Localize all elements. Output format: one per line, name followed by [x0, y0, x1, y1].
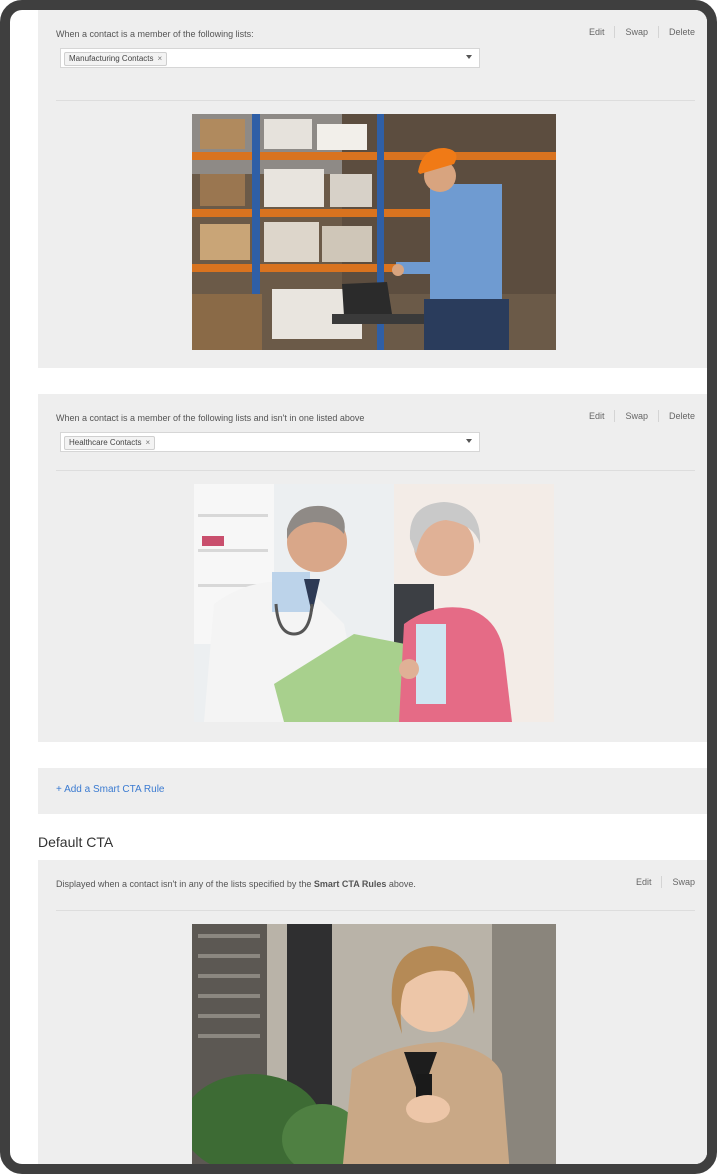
list-tag-label: Healthcare Contacts	[69, 438, 142, 447]
healthcare-image	[194, 484, 554, 722]
rule-description: When a contact is a member of the follow…	[56, 29, 254, 39]
rule-actions: Edit Swap Delete	[579, 408, 695, 424]
cta-image-warehouse[interactable]	[192, 114, 556, 350]
remove-tag-icon[interactable]: ×	[145, 437, 150, 449]
remove-tag-icon[interactable]: ×	[158, 53, 163, 65]
smart-cta-rule-2: When a contact is a member of the follow…	[38, 394, 707, 742]
smart-cta-rules-emphasis: Smart CTA Rules	[313, 879, 387, 889]
edit-button[interactable]: Edit	[626, 876, 662, 888]
list-select[interactable]: Healthcare Contacts ×	[60, 432, 480, 452]
edit-button[interactable]: Edit	[579, 26, 615, 38]
cta-image-businesswoman[interactable]	[192, 924, 556, 1164]
rule-header: When a contact is a member of the follow…	[56, 24, 695, 40]
list-tag: Healthcare Contacts ×	[64, 436, 156, 450]
warehouse-image	[192, 114, 556, 350]
list-tag: Manufacturing Contacts ×	[64, 52, 168, 66]
swap-button[interactable]: Swap	[614, 410, 658, 422]
smart-cta-rule-1: When a contact is a member of the follow…	[38, 10, 707, 368]
add-smart-cta-rule-link[interactable]: + Add a Smart CTA Rule	[56, 784, 164, 795]
swap-button[interactable]: Swap	[661, 876, 695, 888]
chevron-down-icon[interactable]	[466, 439, 472, 443]
divider	[56, 910, 695, 911]
add-rule-card: + Add a Smart CTA Rule	[38, 768, 707, 814]
default-cta-heading: Default CTA	[38, 834, 114, 850]
list-tag-label: Manufacturing Contacts	[69, 54, 154, 63]
chevron-down-icon[interactable]	[466, 55, 472, 59]
default-cta-description-text: Displayed when a contact isn't in any of…	[56, 879, 314, 889]
rule-actions: Edit Swap Delete	[579, 24, 695, 40]
default-cta-card: Displayed when a contact isn't in any of…	[38, 860, 707, 1164]
list-select[interactable]: Manufacturing Contacts ×	[60, 48, 480, 68]
smart-cta-panel: When a contact is a member of the follow…	[28, 10, 707, 1164]
default-cta-actions: Edit Swap	[626, 874, 695, 890]
delete-button[interactable]: Delete	[657, 410, 695, 422]
cta-image-healthcare[interactable]	[194, 484, 554, 722]
swap-button[interactable]: Swap	[614, 26, 658, 38]
rule-header: When a contact is a member of the follow…	[56, 408, 695, 424]
rule-description: When a contact is a member of the follow…	[56, 413, 365, 423]
edit-button[interactable]: Edit	[579, 410, 615, 422]
device-frame: When a contact is a member of the follow…	[0, 0, 717, 1174]
default-cta-description: Displayed when a contact isn't in any of…	[56, 879, 416, 889]
default-cta-description-tail: above.	[386, 879, 416, 889]
default-cta-header: Displayed when a contact isn't in any of…	[56, 874, 695, 890]
divider	[56, 470, 695, 471]
businesswoman-image	[192, 924, 556, 1164]
delete-button[interactable]: Delete	[657, 26, 695, 38]
divider	[56, 100, 695, 101]
